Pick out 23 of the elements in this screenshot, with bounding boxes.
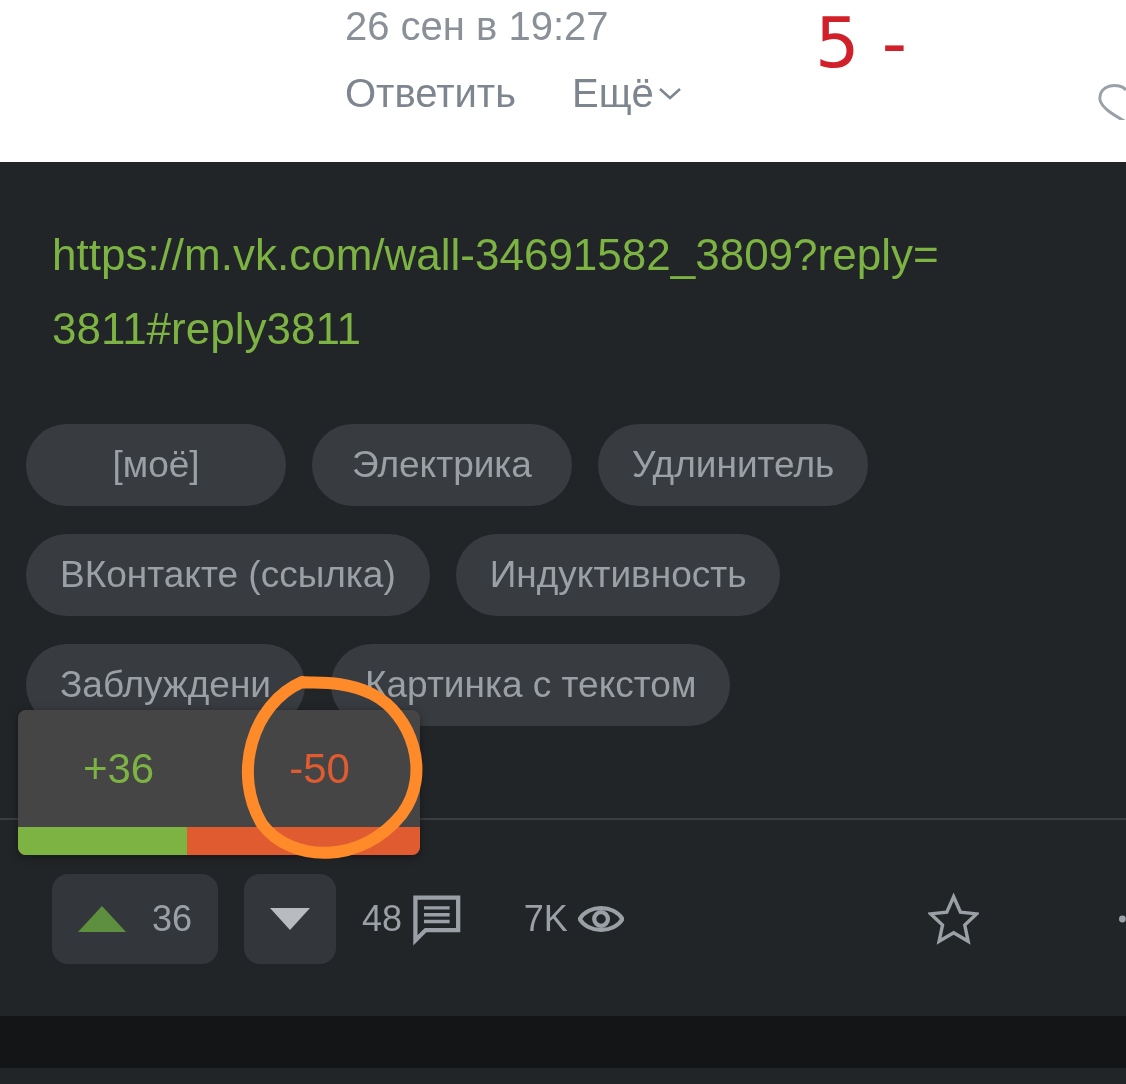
minus-rating: -50 (288, 744, 351, 793)
up-triangle-icon (78, 906, 126, 932)
tag-chip[interactable]: Индуктивность (455, 534, 781, 616)
handwritten-annotation: 5 - (815, 2, 908, 84)
chevron-icon (657, 86, 682, 101)
tag-chip[interactable]: ВКонтакте (ссылка) (26, 534, 430, 616)
post-link[interactable]: 3811#reply3811 (52, 292, 362, 366)
tag-chip[interactable]: Электрика (312, 424, 572, 506)
more-link[interactable]: Ещё (572, 71, 682, 116)
down-triangle-icon (270, 908, 311, 930)
upvote-button[interactable]: 36 (52, 874, 219, 964)
post-link[interactable]: https://m.vk.com/wall-34691582_3809?reply= (52, 218, 939, 292)
view-count: 7K (523, 898, 568, 940)
tag-chip[interactable]: [моё] (26, 424, 286, 506)
tag-chip[interactable]: Удлинитель (598, 424, 869, 506)
plus-rating: +36 (81, 744, 156, 793)
downvote-button[interactable] (244, 874, 337, 964)
reply-link[interactable]: Ответить (345, 71, 516, 116)
comment-count[interactable]: 48 (362, 898, 403, 940)
star-icon[interactable] (927, 890, 980, 948)
dot-icon (1119, 915, 1126, 923)
tag-chip[interactable]: Картинка с текстом (331, 644, 731, 726)
comment-date: 26 сен в 19:27 (345, 4, 609, 49)
